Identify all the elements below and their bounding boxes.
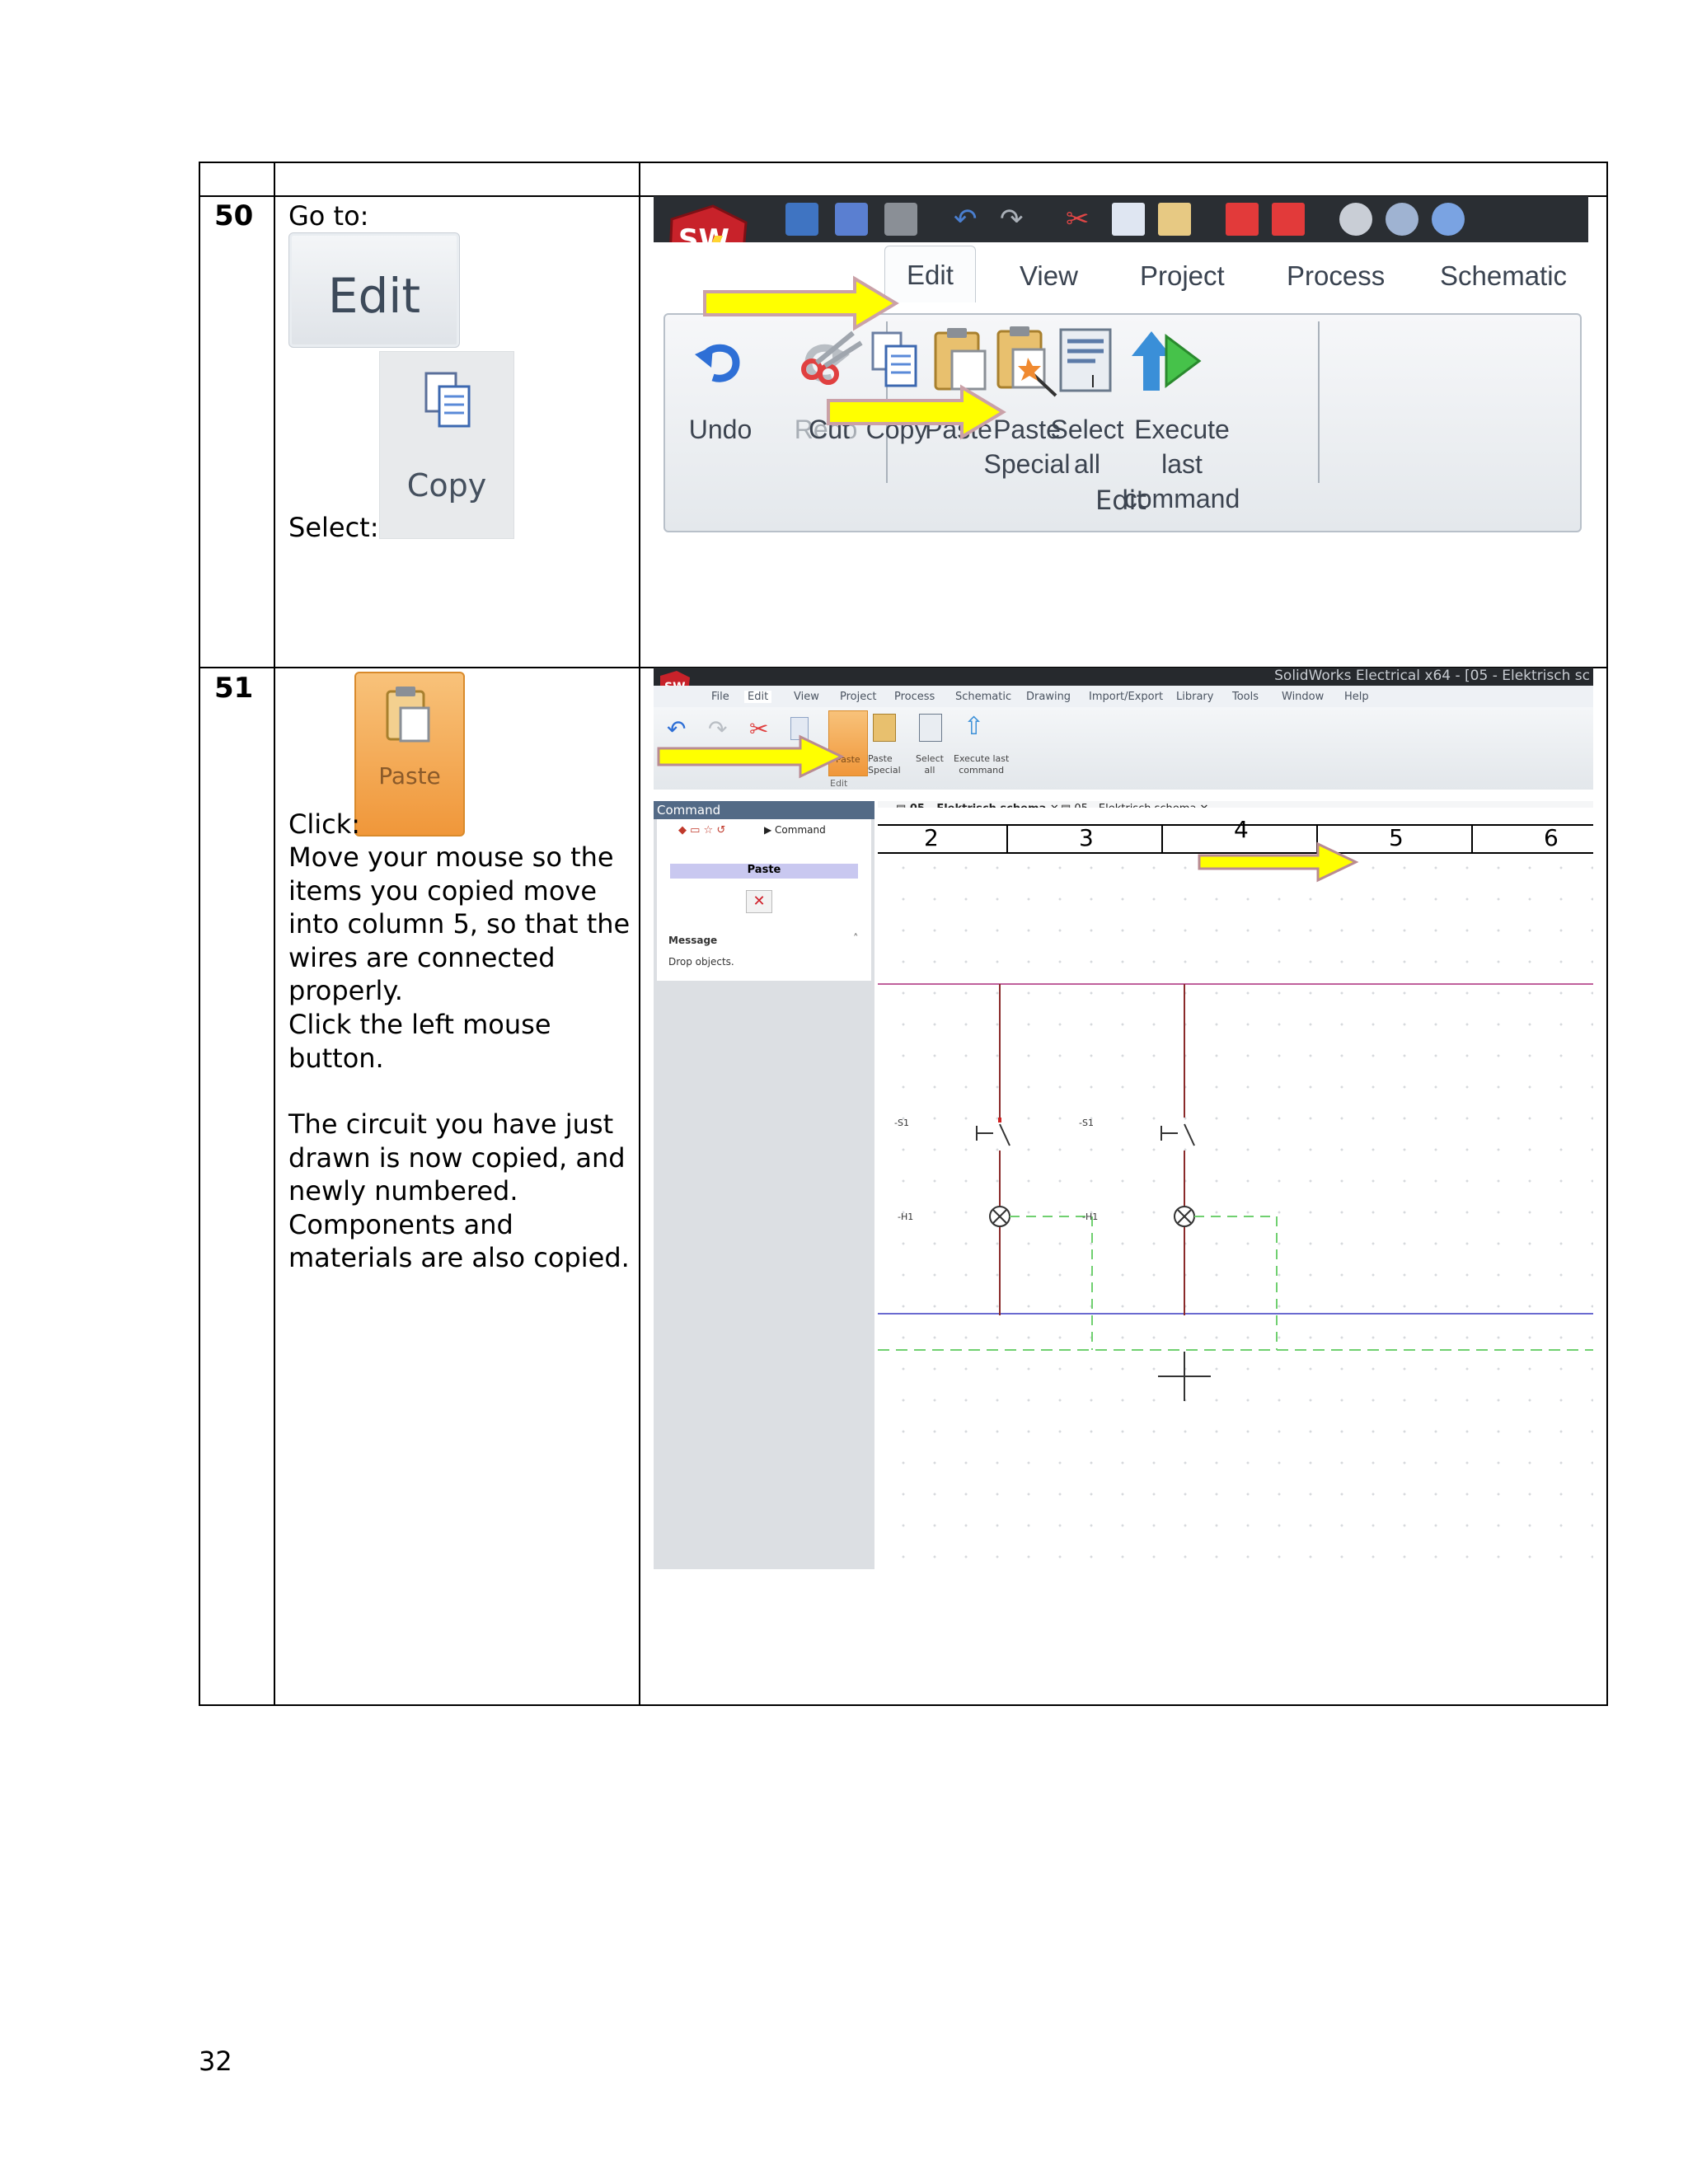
ribbon-screenshot: ↶ ↷ ✂ SW Edit View Project Process Schem…: [654, 196, 1588, 532]
undo-icon: [695, 344, 740, 382]
column-number: 3: [1079, 824, 1094, 851]
zoom-icon: [1386, 203, 1418, 236]
menu-library[interactable]: Library: [1176, 691, 1213, 703]
execute-last-label-1: Execute last: [1134, 415, 1230, 479]
previous-page-icon: [1226, 203, 1259, 236]
ribbon-group-label: Edit: [1095, 485, 1146, 516]
column-number: 5: [1389, 824, 1404, 851]
component-label: -H1: [898, 1212, 914, 1222]
schematic-screenshot: SolidWorks Electrical x64 - [05 - Elektr…: [654, 668, 1593, 1569]
component-label: -S1: [894, 1118, 909, 1128]
quick-access-toolbar: ↶ ↷ ✂: [654, 196, 1588, 242]
paste-button-thumbnail: Paste: [354, 672, 465, 837]
copy-small-icon: [1112, 203, 1145, 236]
redo-small-icon: ↷: [1000, 203, 1024, 236]
highlight-arrow-icon: [827, 384, 1006, 440]
pan-icon: [1432, 203, 1465, 236]
save-icon: [785, 203, 818, 236]
window-title: SolidWorks Electrical x64 - [05 - Elektr…: [1274, 668, 1590, 684]
instruction-goto: Go to:: [288, 200, 369, 232]
cut-small-icon: ✂: [1066, 203, 1090, 236]
tab-project[interactable]: Project: [1140, 260, 1225, 292]
highlight-arrow-icon: [703, 275, 899, 331]
menu-bar: File Edit View Project Process Schematic…: [654, 686, 1593, 707]
command-panel: Command ◆ ▭ ☆ ↺ ▶ Command Paste ✕ Messag…: [654, 801, 874, 1569]
schematic-circuit: [878, 983, 1593, 1401]
component-label: -S1: [1079, 1118, 1094, 1128]
undo-button[interactable]: Undo: [683, 412, 757, 447]
menu-file[interactable]: File: [711, 691, 729, 703]
circuit-copied: [1160, 984, 1278, 1350]
undo-small-icon: ↶: [954, 203, 978, 236]
copy-icon: [424, 372, 471, 428]
paste-thumb-label: Paste: [378, 762, 441, 790]
menu-project[interactable]: Project: [840, 691, 876, 703]
tab-schematic[interactable]: Schematic: [1440, 260, 1567, 292]
highlight-arrow-icon: [657, 734, 845, 779]
tab-view[interactable]: View: [1020, 260, 1078, 292]
menu-import-export[interactable]: Import/Export: [1089, 691, 1163, 703]
next-page-icon: [1272, 203, 1305, 236]
component-label: -H1: [1082, 1212, 1099, 1222]
command-panel-body: ◆ ▭ ☆ ↺ ▶ Command Paste ✕ Message ˄ Drop…: [657, 819, 871, 981]
select-all-icon[interactable]: [919, 714, 942, 742]
paste-icon: [386, 687, 430, 743]
menu-process[interactable]: Process: [894, 691, 935, 703]
execute-last-icon: [1132, 331, 1202, 391]
instruction-paragraph: Click the left mouse button.: [288, 1009, 551, 1074]
step-number: 50: [214, 199, 254, 232]
select-all-label-2: all: [1073, 449, 1100, 479]
paste-small-icon: [1158, 203, 1191, 236]
menu-schematic[interactable]: Schematic: [955, 691, 1011, 703]
cancel-icon[interactable]: ✕: [746, 890, 772, 913]
instruction-select: Select:: [288, 512, 379, 543]
menu-drawing[interactable]: Drawing: [1026, 691, 1071, 703]
svg-text:I: I: [1090, 372, 1095, 391]
select-all-icon: I: [1059, 328, 1112, 392]
column-number: 2: [924, 824, 939, 851]
execute-last-icon[interactable]: ⇧: [964, 712, 984, 741]
menu-window[interactable]: Window: [1282, 691, 1324, 703]
paste-special-icon[interactable]: [873, 714, 896, 742]
command-panel-title: Command: [657, 803, 721, 818]
tab-process[interactable]: Process: [1287, 260, 1385, 292]
page-number: 32: [199, 2046, 232, 2077]
disk-icon: [835, 203, 868, 236]
edit-tab-thumbnail: Edit: [288, 232, 460, 348]
toolbar-icons[interactable]: ◆ ▭ ☆ ↺: [678, 824, 725, 837]
execute-last-label: Execute last command: [954, 753, 1010, 776]
message-text: Drop objects.: [668, 956, 734, 968]
title-bar: SolidWorks Electrical x64 - [05 - Elektr…: [654, 668, 1593, 686]
edit-thumb-label: Edit: [327, 268, 421, 324]
circuit-original: [976, 984, 1093, 1350]
paste-special-label: Paste Special: [868, 753, 901, 776]
copy-button-thumbnail: Copy: [379, 351, 514, 539]
menu-edit[interactable]: Edit: [744, 691, 772, 703]
menu-help[interactable]: Help: [1344, 691, 1369, 703]
select-all-label: Select all: [916, 753, 944, 776]
paste-command-header: Paste: [670, 864, 858, 879]
ribbon-separator: [1318, 321, 1320, 483]
collapse-icon[interactable]: ˄: [853, 933, 859, 945]
menu-view[interactable]: View: [794, 691, 819, 703]
column-number: 6: [1544, 824, 1559, 851]
print-icon: [884, 203, 917, 236]
command-label: ▶ Command: [764, 824, 826, 836]
instruction-paragraph: Move your mouse so the items you copied …: [288, 841, 631, 1006]
instruction-paragraph: The circuit you have just drawn is now c…: [288, 1108, 630, 1273]
menu-tools[interactable]: Tools: [1232, 691, 1259, 703]
highlight-arrow-icon: [1198, 841, 1359, 883]
command-panel-header: Command: [654, 801, 874, 819]
command-label-text: Command: [775, 824, 826, 836]
step-number: 51: [214, 672, 254, 705]
zoom-all-icon: [1339, 203, 1372, 236]
copy-thumb-label: Copy: [406, 467, 487, 504]
instruction-click: Click:: [288, 808, 361, 840]
message-label: Message: [668, 935, 718, 946]
